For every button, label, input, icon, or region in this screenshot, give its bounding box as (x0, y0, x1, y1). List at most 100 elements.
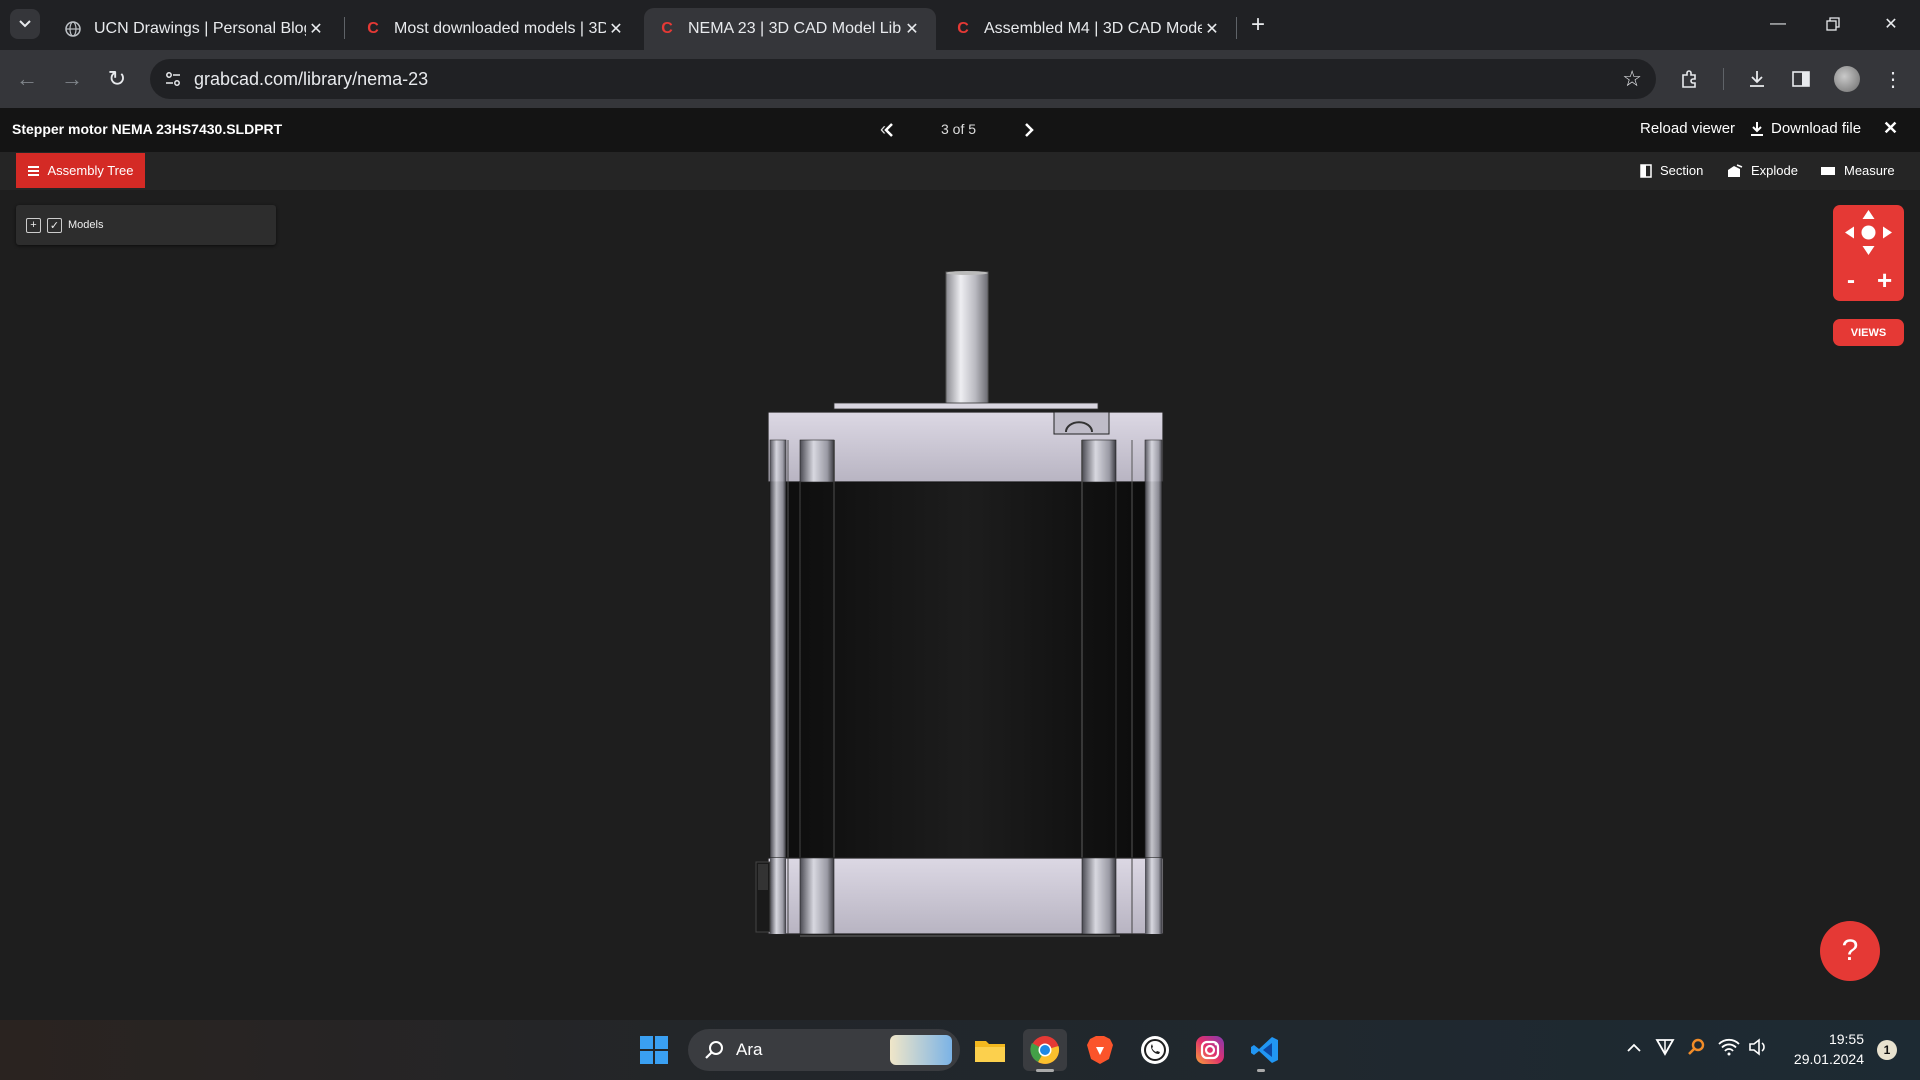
new-tab-button[interactable]: + (1242, 9, 1274, 41)
tree-root-label: Models (68, 219, 104, 231)
arrow-right-icon: → (61, 66, 83, 91)
whatsapp-icon (1141, 1036, 1169, 1064)
restore-icon (1826, 17, 1840, 31)
tab-separator (344, 17, 345, 39)
toolbar-separator (1723, 68, 1724, 90)
download-file-label: Download file (1771, 120, 1862, 137)
vpn-icon[interactable] (1655, 1038, 1675, 1056)
profile-avatar[interactable] (1834, 66, 1860, 92)
address-bar[interactable]: grabcad.com/library/nema-23 ☆ (150, 59, 1656, 99)
tab-assembled-m4[interactable]: C Assembled M4 | 3D CAD Model ✕ (940, 8, 1236, 50)
arrow-left-icon: ← (16, 66, 38, 91)
side-panel-button[interactable] (1784, 62, 1818, 96)
file-name: Stepper motor NEMA 23HS7430.SLDPRT (12, 121, 283, 137)
key-icon[interactable] (1687, 1038, 1705, 1056)
puzzle-icon (1682, 70, 1696, 88)
side-panel-icon (1792, 71, 1810, 87)
help-button[interactable]: ? (1820, 921, 1880, 981)
back-button[interactable]: ← (10, 62, 44, 96)
tab-separator (1236, 17, 1237, 39)
whatsapp-button[interactable] (1133, 1029, 1177, 1071)
tab-search-button[interactable] (10, 9, 40, 39)
visibility-checkbox[interactable]: ✓ (47, 217, 62, 233)
download-file-button[interactable]: Download file (1750, 120, 1861, 137)
clock[interactable]: 19:55 29.01.2024 (1782, 1029, 1864, 1071)
chrome-button[interactable] (1023, 1029, 1067, 1071)
wifi-icon[interactable] (1718, 1038, 1740, 1056)
explode-button[interactable]: Explode (1727, 163, 1798, 178)
close-icon[interactable]: ✕ (1202, 19, 1222, 39)
close-icon[interactable]: ✕ (902, 19, 922, 39)
chevron-left-icon[interactable] (884, 122, 894, 138)
check-icon: ✓ (49, 219, 60, 232)
arrow-left-icon[interactable] (1845, 226, 1854, 239)
arrow-down-icon[interactable] (1862, 246, 1875, 255)
file-explorer-button[interactable] (968, 1029, 1012, 1071)
brave-lion-icon (1087, 1036, 1113, 1064)
zoom-in-button[interactable]: + (1877, 265, 1892, 296)
site-info-icon[interactable] (164, 70, 182, 88)
plus-icon: + (30, 219, 37, 231)
clock-time: 19:55 (1828, 1031, 1864, 1047)
navigation-pad: - + (1833, 205, 1904, 301)
close-icon[interactable]: ✕ (306, 19, 326, 39)
window-close-button[interactable]: ✕ (1868, 8, 1914, 40)
brave-button[interactable] (1078, 1029, 1122, 1071)
tab-title: NEMA 23 | 3D CAD Model Libra (688, 20, 902, 37)
grabcad-favicon-icon: C (957, 20, 969, 37)
url-text: grabcad.com/library/nema-23 (194, 68, 429, 89)
tab-most-downloaded[interactable]: C Most downloaded models | 3D ✕ (350, 8, 640, 50)
volume-icon[interactable] (1748, 1038, 1768, 1056)
section-label: Section (1660, 163, 1704, 178)
reload-viewer-button[interactable]: Reload viewer (1640, 120, 1735, 137)
viewer-header: Stepper motor NEMA 23HS7430.SLDPRT ‹ 3 o… (0, 108, 1920, 152)
close-viewer-button[interactable]: ✕ (1883, 118, 1898, 139)
active-app-indicator (1036, 1069, 1054, 1072)
close-icon: ✕ (1883, 118, 1899, 138)
section-button[interactable]: Section (1640, 163, 1703, 178)
measure-label: Measure (1844, 163, 1895, 178)
tab-ucn-drawings[interactable]: UCN Drawings | Personal Blog ✕ (50, 8, 340, 50)
chevron-right-icon[interactable] (1024, 122, 1034, 138)
windows-logo-icon (640, 1036, 668, 1064)
taskbar-search[interactable]: Ara (688, 1029, 960, 1071)
reload-icon: ↻ (107, 66, 127, 91)
menu-button[interactable]: ⋮ (1876, 62, 1910, 96)
downloads-button[interactable] (1740, 62, 1774, 96)
model-canvas[interactable] (740, 260, 1180, 950)
notification-badge[interactable]: 1 (1877, 1040, 1897, 1060)
measure-button[interactable]: Measure (1820, 163, 1895, 178)
grabcad-favicon-icon: C (661, 20, 673, 37)
ruler-icon (1821, 166, 1835, 175)
close-icon[interactable]: ✕ (606, 19, 626, 39)
arrow-right-icon[interactable] (1883, 226, 1892, 239)
start-button[interactable] (632, 1029, 676, 1071)
clock-date: 29.01.2024 (1793, 1051, 1864, 1067)
assembly-tree-button[interactable]: Assembly Tree (16, 153, 145, 188)
minimize-button[interactable]: — (1755, 8, 1801, 40)
extensions-button[interactable] (1673, 62, 1707, 96)
zoom-out-button[interactable]: - (1847, 267, 1855, 295)
globe-icon (64, 20, 82, 38)
expand-toggle[interactable]: + (26, 217, 41, 233)
search-icon (705, 1041, 723, 1059)
instagram-button[interactable] (1188, 1029, 1232, 1071)
tab-strip: UCN Drawings | Personal Blog ✕ C Most do… (0, 0, 1920, 50)
list-icon (27, 165, 39, 176)
tab-nema-23[interactable]: C NEMA 23 | 3D CAD Model Libra ✕ (644, 8, 936, 50)
download-icon (1751, 121, 1763, 136)
browser-toolbar: ← → ↻ grabcad.com/library/nema-23 ☆ ⋮ (0, 50, 1920, 108)
arrow-up-icon[interactable] (1862, 210, 1875, 219)
center-icon[interactable] (1861, 225, 1876, 240)
stepper-motor-model (755, 271, 1164, 937)
chevron-up-icon[interactable] (1626, 1041, 1642, 1053)
orbit-controls (1845, 210, 1892, 255)
views-button[interactable]: VIEWS (1833, 319, 1904, 346)
restore-button[interactable] (1810, 8, 1856, 40)
vscode-icon (1251, 1037, 1278, 1063)
reload-button[interactable]: ↻ (100, 62, 134, 96)
minimize-icon: — (1770, 15, 1786, 32)
bookmark-star-icon[interactable]: ☆ (1622, 66, 1642, 92)
vscode-button[interactable] (1243, 1029, 1287, 1071)
forward-button[interactable]: → (55, 62, 89, 96)
